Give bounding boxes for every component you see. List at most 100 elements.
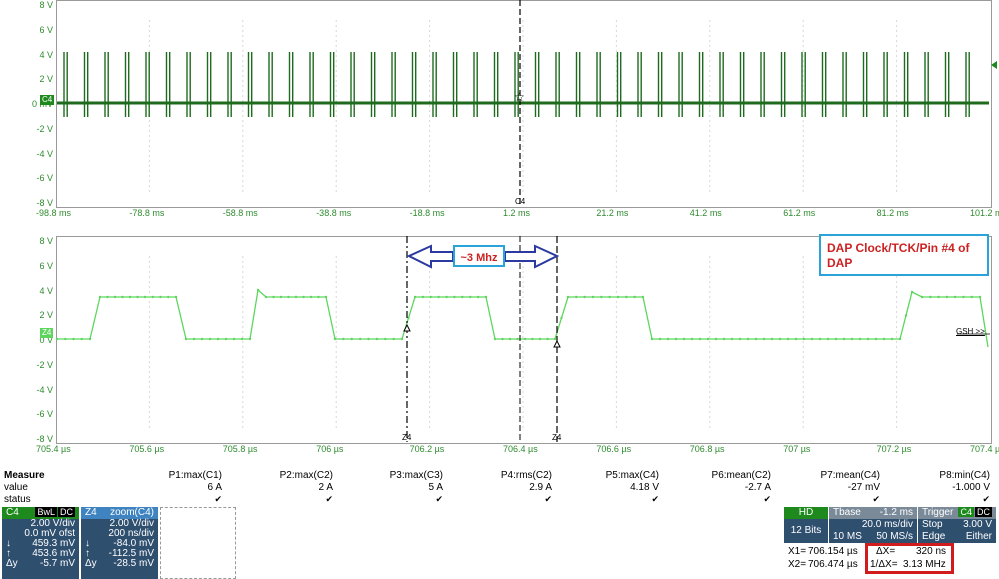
grid-dot bbox=[429, 55, 431, 57]
grid-dot bbox=[802, 55, 804, 57]
grid-dot bbox=[896, 140, 898, 142]
grid-dot bbox=[896, 326, 898, 328]
grid-dot bbox=[615, 411, 618, 413]
grid-dot bbox=[148, 366, 150, 368]
grid-dot bbox=[896, 100, 898, 102]
zoom-sample-dot bbox=[953, 295, 957, 299]
grid-dot bbox=[615, 155, 618, 157]
grid-dot bbox=[709, 145, 711, 147]
zoom-waveform-trace bbox=[57, 288, 989, 348]
grid-dot bbox=[335, 356, 337, 358]
grid-dot bbox=[335, 296, 337, 298]
grid-dot bbox=[242, 401, 244, 403]
grid-dot bbox=[242, 426, 244, 428]
grid-dot bbox=[615, 361, 618, 363]
grid-dot bbox=[335, 371, 337, 373]
grid-dot bbox=[335, 135, 337, 137]
measure-param-value: 6 A bbox=[207, 482, 222, 493]
grid-dot bbox=[522, 306, 524, 308]
grid-dot bbox=[429, 75, 431, 77]
zoom-sample-dot bbox=[413, 295, 417, 299]
trigger-panel[interactable]: Trigger C4 DC Stop 3.00 V Edge Either bbox=[918, 507, 996, 543]
grid-dot bbox=[709, 60, 711, 62]
grid-dot bbox=[896, 321, 898, 323]
grid-dot bbox=[896, 175, 898, 177]
grid-dot bbox=[242, 185, 244, 187]
c4-channel-panel[interactable]: C4 BwL DC 2.00 V/div 0.0 mV ofst ↓ 459.3 m… bbox=[2, 507, 79, 579]
grid-dot bbox=[896, 55, 898, 57]
grid-dot bbox=[242, 155, 244, 157]
grid-dot bbox=[148, 361, 150, 363]
grid-dot bbox=[522, 145, 524, 147]
grid-dot bbox=[429, 35, 431, 37]
grid-dot bbox=[896, 75, 898, 77]
grid-dot bbox=[242, 125, 244, 127]
zoom-sample-dot bbox=[342, 337, 345, 341]
grid-dot bbox=[242, 110, 244, 112]
zoom-sample-dot bbox=[762, 337, 766, 341]
grid-dot bbox=[896, 125, 898, 127]
grid-dot bbox=[242, 316, 244, 318]
grid-dot bbox=[242, 276, 244, 278]
grid-dot bbox=[709, 366, 711, 368]
grid-dot bbox=[242, 421, 244, 423]
grid-dot bbox=[615, 401, 618, 403]
grid-dot bbox=[335, 150, 337, 152]
grid-dot bbox=[522, 60, 524, 62]
grid-dot bbox=[242, 25, 244, 27]
grid-dot bbox=[429, 125, 431, 127]
grid-dot bbox=[709, 85, 711, 87]
grid-dot bbox=[242, 55, 244, 57]
grid-dot bbox=[335, 361, 337, 363]
grid-dot bbox=[429, 421, 431, 423]
grid-dot bbox=[429, 341, 431, 343]
grid-dot bbox=[896, 366, 898, 368]
measure-table[interactable]: Measure value status P1:max(C1) 6 A ✔ P2:ma… bbox=[0, 468, 999, 506]
grid-dot bbox=[242, 321, 244, 323]
timebase-panel[interactable]: Tbase -1.2 ms 20.0 ms/div 10 MS 50 MS/s bbox=[829, 507, 917, 543]
grid-dot bbox=[429, 311, 431, 313]
grid-dot bbox=[615, 20, 618, 22]
inv-delta-x-label: 1/ΔX= bbox=[870, 559, 898, 570]
grid-dot bbox=[896, 145, 898, 147]
zoom-sample-dot bbox=[523, 337, 527, 341]
gsh-label[interactable]: GSH >> bbox=[956, 327, 985, 336]
zoom-sample-dot bbox=[770, 337, 774, 341]
grid-dot bbox=[522, 296, 524, 298]
grid-dot bbox=[522, 80, 524, 82]
grid-dot bbox=[802, 301, 804, 303]
grid-dot bbox=[148, 45, 150, 47]
empty-channel-slot[interactable] bbox=[160, 507, 236, 579]
zoom-sample-dot bbox=[407, 316, 410, 320]
zoom-sample-dot bbox=[937, 295, 940, 299]
grid-dot bbox=[242, 296, 244, 298]
x2-label: X2= bbox=[788, 559, 807, 570]
grid-dot bbox=[896, 411, 898, 413]
grid-dot bbox=[335, 45, 337, 47]
grid-dot bbox=[522, 70, 524, 72]
zoom-sample-dot bbox=[508, 337, 512, 341]
grid-dot bbox=[522, 291, 524, 293]
grid-dot bbox=[896, 170, 898, 172]
grid-dot bbox=[522, 276, 524, 278]
grid-dot bbox=[709, 426, 711, 428]
zoom-sample-dot bbox=[333, 337, 337, 341]
grid-dot bbox=[802, 386, 804, 388]
grid-dot bbox=[522, 190, 524, 192]
zoom-sample-dot bbox=[469, 295, 472, 299]
grid-dot bbox=[802, 45, 804, 47]
grid-dot bbox=[709, 421, 711, 423]
grid-dot bbox=[802, 20, 804, 22]
grid-dot bbox=[522, 366, 524, 368]
grid-dot bbox=[896, 281, 898, 283]
grid-dot bbox=[242, 336, 244, 338]
grid-dot bbox=[802, 75, 804, 77]
zoom-sample-dot bbox=[350, 337, 353, 341]
grid-dot bbox=[335, 316, 337, 318]
grid-dot bbox=[335, 70, 337, 72]
grid-dot bbox=[148, 256, 150, 258]
z4-zoom-panel[interactable]: Z4 zoom(C4) 2.00 V/div 200 ns/div ↓ -84.0… bbox=[81, 507, 158, 579]
zoom-sample-dot bbox=[786, 337, 790, 341]
status-check-icon: ✔ bbox=[763, 494, 771, 504]
zoom-sample-dot bbox=[121, 295, 124, 299]
